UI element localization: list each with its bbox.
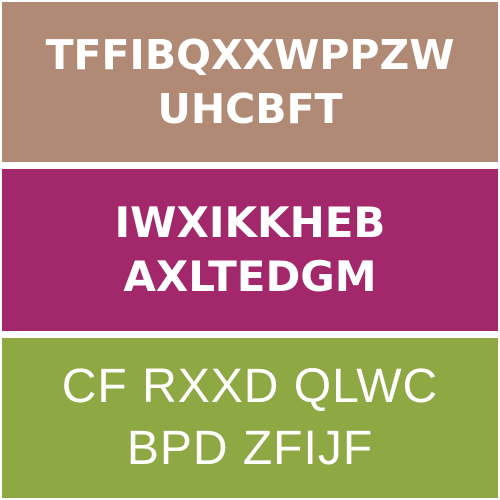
panel-tan-line-2: UHCBFT [157,85,343,133]
panel-olive: CF RXXD QLWC BPD ZFIJF [2,338,498,498]
panel-magenta-line-2: AXLTEDGM [123,252,377,301]
panel-magenta: IWXIKKHEB AXLTEDGM [2,169,498,331]
panel-magenta-line-1: IWXIKKHEB [114,198,386,247]
panel-tan-line-1: TFFIBQXXWPPZW [45,31,455,79]
panel-tan: TFFIBQXXWPPZW UHCBFT [2,2,498,162]
panel-olive-line-2: BPD ZFIJF [126,422,374,475]
panel-olive-line-1: CF RXXD QLWC [61,360,439,413]
panel-stack: TFFIBQXXWPPZW UHCBFT IWXIKKHEB AXLTEDGM … [0,0,500,500]
